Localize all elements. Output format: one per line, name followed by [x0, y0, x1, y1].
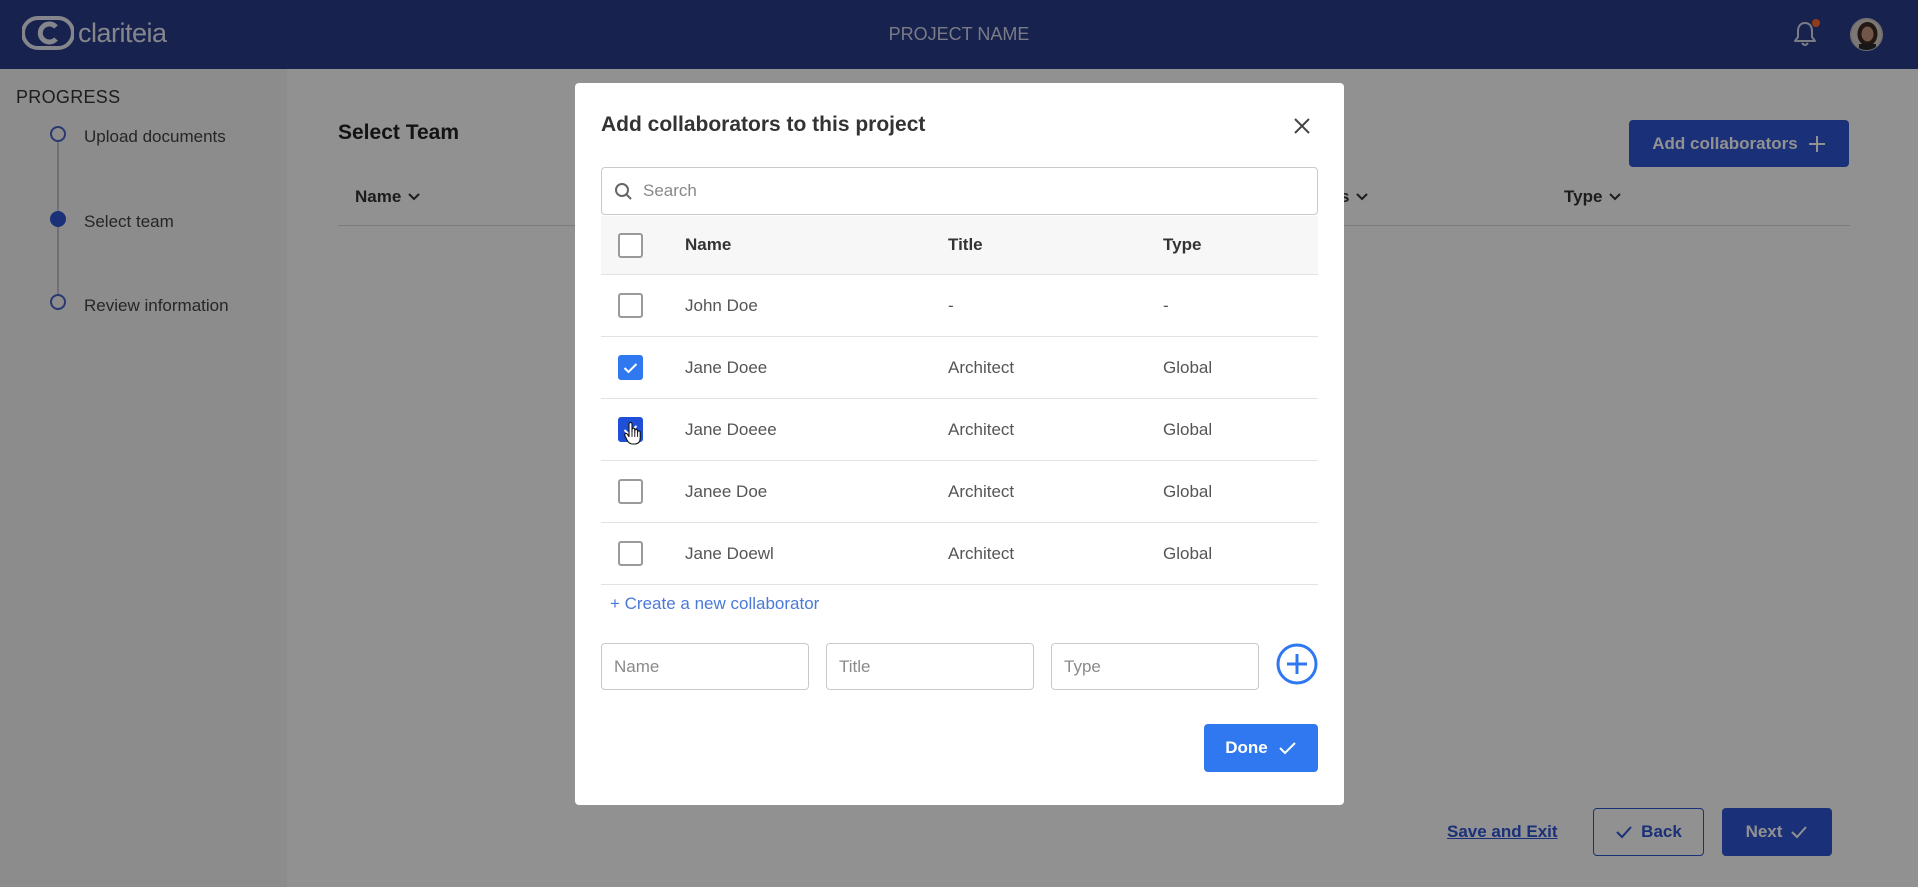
- row-title: Architect: [948, 481, 1015, 501]
- search-input[interactable]: [643, 181, 1303, 201]
- header-name: Name: [685, 235, 732, 254]
- row-type: Global: [1163, 357, 1213, 377]
- row-type: Global: [1163, 419, 1213, 439]
- row-type: Global: [1163, 543, 1213, 563]
- add-collaborators-dialog: Add collaborators to this project Name T…: [575, 83, 1344, 805]
- done-button[interactable]: Done: [1204, 724, 1318, 772]
- row-checkbox[interactable]: [618, 479, 643, 504]
- check-icon: [623, 362, 638, 373]
- row-name: Jane Doewl: [685, 543, 774, 563]
- row-title: Architect: [948, 419, 1015, 439]
- row-name: Jane Doee: [685, 357, 768, 377]
- table-row[interactable]: Jane Doewl Architect Global: [601, 523, 1318, 585]
- header-title: Title: [948, 235, 983, 254]
- close-icon[interactable]: [1290, 114, 1314, 138]
- collaborators-table: Name Title Type John Doe - - Jane Doee A…: [601, 216, 1318, 585]
- new-type-field[interactable]: [1051, 643, 1259, 690]
- header-type: Type: [1163, 235, 1202, 254]
- row-name: John Doe: [685, 295, 758, 315]
- row-checkbox[interactable]: [618, 293, 643, 318]
- done-button-label: Done: [1225, 738, 1268, 757]
- select-all-checkbox[interactable]: [618, 232, 643, 258]
- row-checkbox[interactable]: [618, 355, 643, 380]
- new-name-field[interactable]: [601, 643, 809, 690]
- search-icon: [615, 182, 632, 200]
- table-row[interactable]: John Doe - -: [601, 275, 1318, 337]
- dialog-title: Add collaborators to this project: [601, 113, 926, 136]
- table-row[interactable]: Janee Doe Architect Global: [601, 461, 1318, 523]
- row-name: Janee Doe: [685, 481, 768, 501]
- table-row[interactable]: Jane Doee Architect Global: [601, 337, 1318, 399]
- row-title: Architect: [948, 357, 1015, 377]
- create-collaborator-link[interactable]: + Create a new collaborator: [610, 594, 819, 614]
- search-box: [601, 167, 1318, 215]
- hand-cursor-icon: [624, 422, 641, 445]
- row-name: Jane Doeee: [685, 419, 777, 439]
- row-checkbox[interactable]: [618, 541, 643, 566]
- row-title: -: [948, 295, 954, 315]
- table-header-row: Name Title Type: [601, 216, 1318, 275]
- new-title-field[interactable]: [826, 643, 1034, 690]
- add-circle-icon[interactable]: [1276, 643, 1318, 685]
- row-title: Architect: [948, 543, 1015, 563]
- check-icon: [1279, 742, 1296, 755]
- row-type: -: [1163, 295, 1169, 315]
- table-row[interactable]: Jane Doeee Architect Global: [601, 399, 1318, 461]
- row-type: Global: [1163, 481, 1213, 501]
